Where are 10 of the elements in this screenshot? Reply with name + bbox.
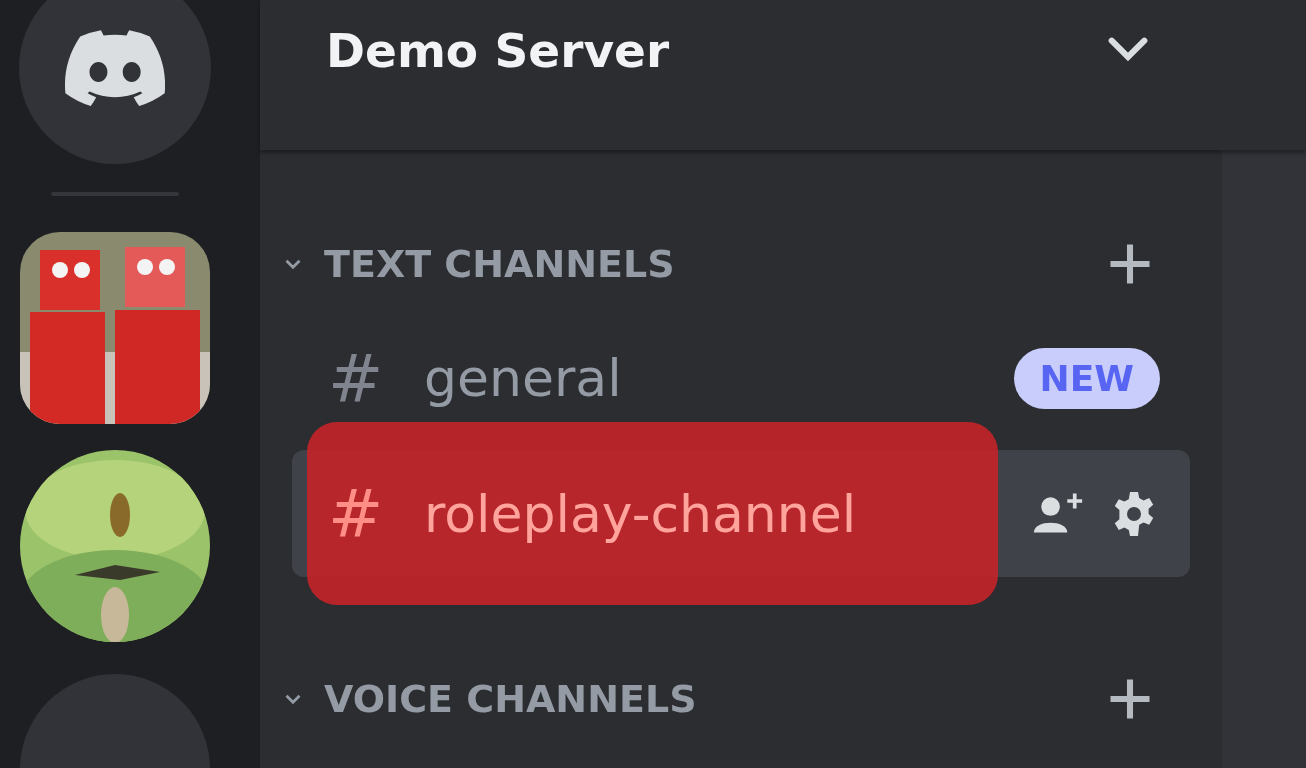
server-header[interactable]: Demo Server (260, 0, 1306, 150)
server-name: Demo Server (326, 22, 671, 78)
channel-name: general (424, 348, 622, 408)
hash-icon: # (328, 475, 424, 552)
channel-name: roleplay-channel (424, 483, 857, 544)
game-controller-icon (65, 29, 165, 107)
category-label[interactable]: VOICE CHANNELS (324, 677, 1104, 721)
new-badge: NEW (1013, 347, 1160, 409)
hash-icon: # (328, 339, 424, 417)
category-label[interactable]: TEXT CHANNELS (324, 242, 1104, 286)
